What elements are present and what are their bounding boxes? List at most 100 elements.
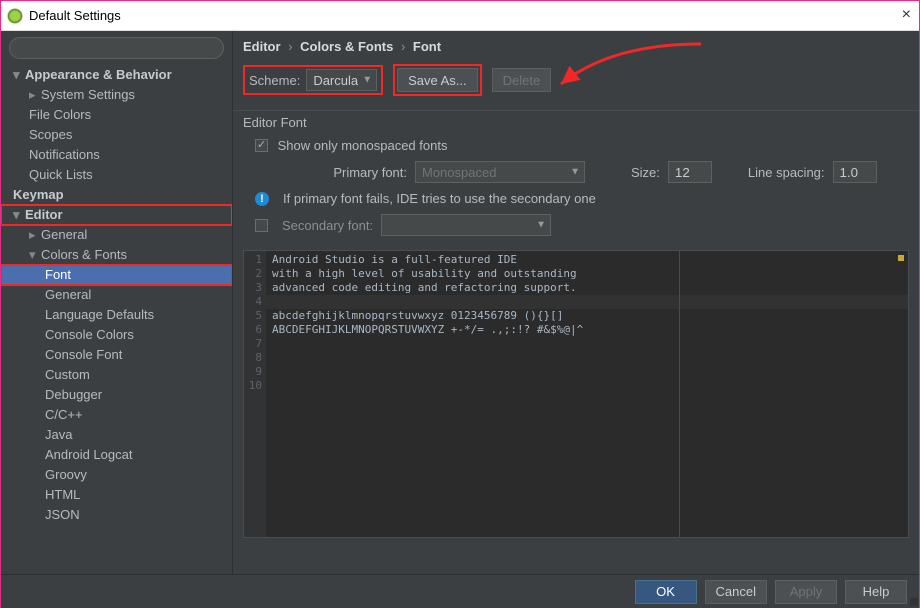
tree-item-general[interactable]: ▸General — [1, 225, 232, 245]
preview-line: with a high level of usability and outst… — [272, 267, 908, 281]
tree-arrow-icon: ▾ — [29, 245, 39, 265]
tree-item-appearance-behavior[interactable]: ▾Appearance & Behavior — [1, 65, 232, 85]
monospaced-checkbox[interactable] — [255, 139, 268, 152]
breadcrumb-font: Font — [413, 39, 441, 54]
apply-button[interactable]: Apply — [775, 580, 837, 604]
preview-line — [272, 337, 908, 351]
size-input[interactable] — [668, 161, 712, 183]
tree-item-language-defaults[interactable]: Language Defaults — [1, 305, 232, 325]
preview-line — [272, 351, 908, 365]
primary-font-value: Monospaced — [422, 165, 496, 180]
scheme-combo[interactable]: Darcula ▼ — [306, 69, 377, 91]
tree-item-notifications[interactable]: Notifications — [1, 145, 232, 165]
preview-line: abcdefghijklmnopqrstuvwxyz 0123456789 ()… — [272, 309, 908, 323]
tree-item-general[interactable]: General — [1, 285, 232, 305]
preview-line — [272, 365, 908, 379]
tree-item-console-colors[interactable]: Console Colors — [1, 325, 232, 345]
caret-line — [266, 295, 908, 309]
tree-item-custom[interactable]: Custom — [1, 365, 232, 385]
preview-marker — [898, 255, 904, 261]
tree-item-file-colors[interactable]: File Colors — [1, 105, 232, 125]
saveas-highlight: Save As... — [393, 64, 482, 96]
app-icon — [7, 8, 23, 24]
tree-item-label: Quick Lists — [29, 167, 93, 182]
tree-item-groovy[interactable]: Groovy — [1, 465, 232, 485]
tree-item-font[interactable]: Font — [1, 265, 232, 285]
caret-down-icon: ▼ — [536, 220, 546, 231]
tree-item-quick-lists[interactable]: Quick Lists — [1, 165, 232, 185]
line-spacing-input[interactable] — [833, 161, 877, 183]
tree-item-label: Notifications — [29, 147, 100, 162]
tree-item-debugger[interactable]: Debugger — [1, 385, 232, 405]
tree-item-label: File Colors — [29, 107, 91, 122]
tree-item-label: Keymap — [13, 187, 64, 202]
tree-item-android-logcat[interactable]: Android Logcat — [1, 445, 232, 465]
tree-item-editor[interactable]: ▾Editor — [1, 205, 232, 225]
preview-line: Android Studio is a full-featured IDE — [272, 253, 908, 267]
preview-gutter: 12345678910 — [244, 251, 266, 537]
tree-item-console-font[interactable]: Console Font — [1, 345, 232, 365]
info-icon: ! — [255, 192, 269, 206]
search-input[interactable] — [9, 37, 224, 59]
preview-line: ABCDEFGHIJKLMNOPQRSTUVWXYZ +-*/= .,;:!? … — [272, 323, 908, 337]
close-icon[interactable]: × — [902, 6, 911, 24]
settings-sidebar: ▾Appearance & Behavior▸System SettingsFi… — [1, 31, 233, 574]
fallback-info: If primary font fails, IDE tries to use … — [283, 191, 596, 206]
tree-item-label: Android Logcat — [45, 447, 132, 462]
tree-item-label: Font — [45, 267, 71, 282]
settings-main: Editor › Colors & Fonts › Font Scheme: D… — [233, 31, 919, 574]
tree-item-label: General — [45, 287, 91, 302]
tree-item-html[interactable]: HTML — [1, 485, 232, 505]
size-label: Size: — [631, 165, 660, 180]
breadcrumb: Editor › Colors & Fonts › Font — [233, 31, 919, 60]
save-as-button[interactable]: Save As... — [397, 68, 478, 92]
primary-font-combo[interactable]: Monospaced ▼ — [415, 161, 585, 183]
tree-item-label: Editor — [25, 207, 63, 222]
window-title: Default Settings — [29, 8, 121, 23]
tree-item-label: System Settings — [41, 87, 135, 102]
scheme-label: Scheme: — [249, 73, 300, 88]
tree-item-label: Console Font — [45, 347, 122, 362]
editor-font-section: Editor Font — [233, 110, 919, 134]
scheme-value: Darcula — [313, 73, 358, 88]
line-spacing-label: Line spacing: — [748, 165, 825, 180]
chevron-right-icon: › — [401, 39, 405, 54]
tree-item-json[interactable]: JSON — [1, 505, 232, 525]
tree-arrow-icon: ▸ — [29, 85, 39, 105]
tree-item-label: Scopes — [29, 127, 72, 142]
tree-item-keymap[interactable]: Keymap — [1, 185, 232, 205]
tree-item-java[interactable]: Java — [1, 425, 232, 445]
tree-item-label: Debugger — [45, 387, 102, 402]
preview-line: advanced code editing and refactoring su… — [272, 281, 908, 295]
tree-item-label: Java — [45, 427, 72, 442]
preview-code: Android Studio is a full-featured IDEwit… — [266, 251, 908, 537]
tree-arrow-icon: ▾ — [13, 205, 23, 225]
settings-tree[interactable]: ▾Appearance & Behavior▸System SettingsFi… — [1, 65, 232, 574]
titlebar: Default Settings × — [1, 1, 919, 31]
tree-item-label: Appearance & Behavior — [25, 67, 172, 82]
help-button[interactable]: Help — [845, 580, 907, 604]
secondary-font-combo[interactable]: ▼ — [381, 214, 551, 236]
caret-down-icon: ▼ — [570, 167, 580, 178]
tree-item-label: Groovy — [45, 467, 87, 482]
chevron-right-icon: › — [288, 39, 292, 54]
tree-item-colors-fonts[interactable]: ▾Colors & Fonts — [1, 245, 232, 265]
primary-font-label: Primary font: — [327, 165, 407, 180]
monospaced-label: Show only monospaced fonts — [278, 138, 448, 153]
cancel-button[interactable]: Cancel — [705, 580, 767, 604]
delete-button[interactable]: Delete — [492, 68, 552, 92]
tree-arrow-icon: ▸ — [29, 225, 39, 245]
caret-down-icon: ▼ — [362, 75, 372, 86]
font-preview: 12345678910 Android Studio is a full-fea… — [243, 250, 909, 538]
tree-item-label: Colors & Fonts — [41, 247, 127, 262]
breadcrumb-editor: Editor — [243, 39, 281, 54]
ok-button[interactable]: OK — [635, 580, 697, 604]
preview-line — [272, 379, 908, 393]
tree-item-scopes[interactable]: Scopes — [1, 125, 232, 145]
preview-divider — [679, 251, 680, 537]
tree-arrow-icon: ▾ — [13, 65, 23, 85]
tree-item-system-settings[interactable]: ▸System Settings — [1, 85, 232, 105]
secondary-font-checkbox[interactable] — [255, 219, 268, 232]
tree-item-c-c-[interactable]: C/C++ — [1, 405, 232, 425]
tree-item-label: Custom — [45, 367, 90, 382]
